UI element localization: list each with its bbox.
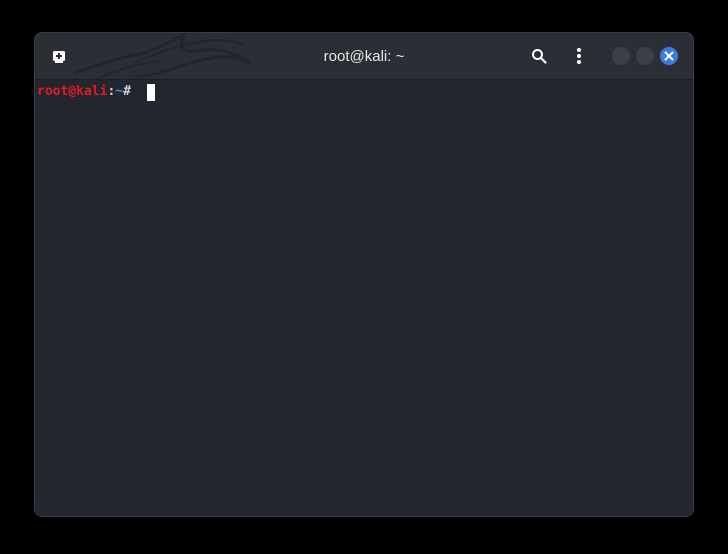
prompt-user-host: root@kali — [37, 84, 108, 99]
close-button[interactable] — [660, 47, 678, 65]
terminal-window: root@kali: ~ root@kali: ~ # — [34, 32, 694, 517]
prompt-path: ~ — [115, 84, 124, 99]
new-tab-icon — [53, 51, 65, 63]
menu-button[interactable] — [569, 46, 589, 66]
search-icon — [532, 49, 547, 64]
maximize-button[interactable] — [636, 47, 654, 65]
close-icon — [664, 51, 674, 61]
headerbar: root@kali: ~ — [35, 33, 693, 80]
new-tab-button[interactable] — [49, 46, 69, 66]
prompt-colon: : — [107, 84, 116, 99]
text-cursor — [146, 83, 155, 101]
minimize-button[interactable] — [612, 47, 630, 65]
kebab-menu-icon — [577, 48, 581, 64]
shell-prompt: root@kali: ~ # — [37, 83, 155, 101]
prompt-symbol: # — [123, 84, 139, 99]
search-button[interactable] — [529, 46, 549, 66]
terminal-area[interactable]: root@kali: ~ # — [35, 80, 693, 516]
kali-dragon-watermark — [75, 33, 251, 80]
